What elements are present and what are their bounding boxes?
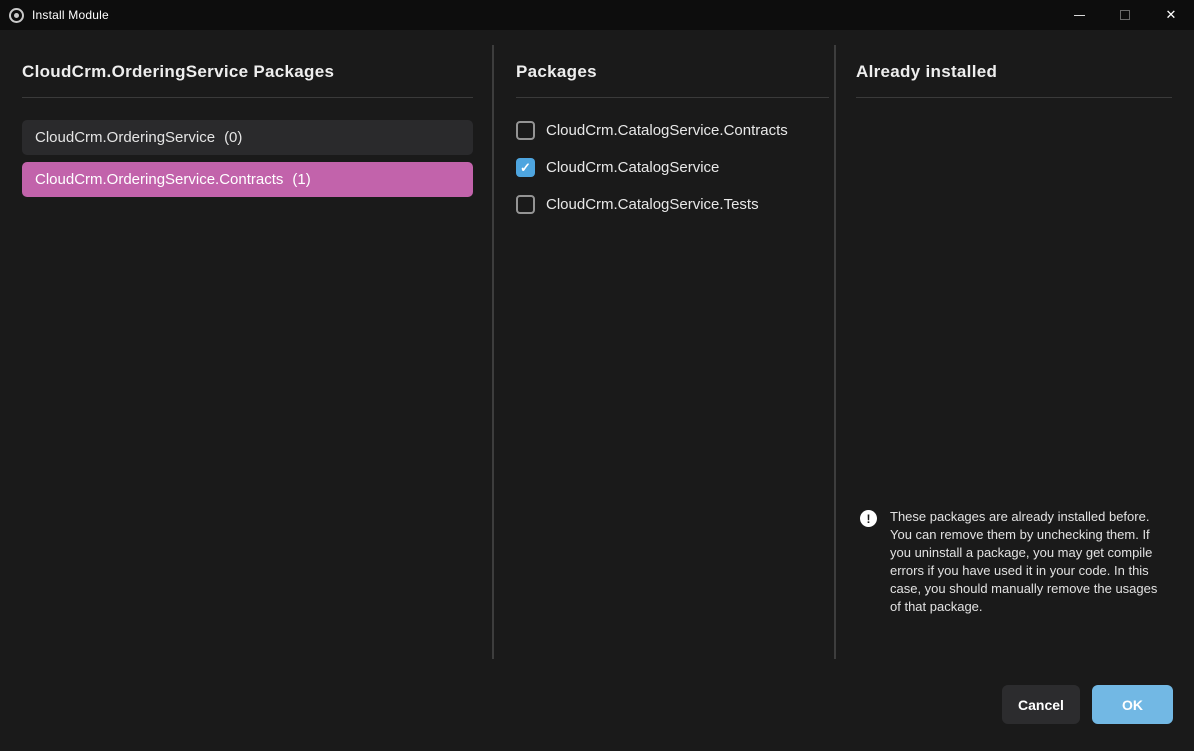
package-row-catalogservice-contracts[interactable]: CloudCrm.CatalogService.Contracts: [516, 121, 829, 140]
maximize-icon: [1120, 10, 1130, 20]
package-label: CloudCrm.CatalogService: [546, 159, 719, 176]
packages-panel: Packages CloudCrm.CatalogService.Contrac…: [516, 62, 829, 232]
column-divider: [492, 45, 494, 659]
dialog-footer: Cancel OK: [1002, 685, 1173, 724]
module-item-orderingservice-contracts[interactable]: CloudCrm.OrderingService.Contracts (1): [22, 162, 473, 197]
minimize-icon: [1074, 15, 1085, 16]
module-list: CloudCrm.OrderingService (0) CloudCrm.Or…: [22, 120, 473, 197]
checkbox-checked-icon[interactable]: ✓: [516, 158, 535, 177]
install-module-dialog: Install Module ✕ CloudCrm.OrderingServic…: [0, 0, 1194, 751]
titlebar[interactable]: Install Module ✕: [0, 0, 1194, 30]
package-list: CloudCrm.CatalogService.Contracts ✓ Clou…: [516, 121, 829, 214]
close-icon: ✕: [1166, 7, 1177, 23]
panel-divider: [22, 97, 473, 98]
panel-divider: [856, 97, 1172, 98]
ok-button[interactable]: OK: [1092, 685, 1173, 724]
cancel-button[interactable]: Cancel: [1002, 685, 1080, 724]
package-label: CloudCrm.CatalogService.Contracts: [546, 122, 788, 139]
window-title: Install Module: [32, 8, 109, 22]
checkbox-unchecked-icon[interactable]: [516, 195, 535, 214]
module-item-count: (1): [292, 171, 310, 188]
package-label: CloudCrm.CatalogService.Tests: [546, 196, 759, 213]
already-installed-panel: Already installed: [856, 62, 1172, 98]
column-divider: [834, 45, 836, 659]
package-row-catalogservice-tests[interactable]: CloudCrm.CatalogService.Tests: [516, 195, 829, 214]
panel-divider: [516, 97, 829, 98]
already-installed-title: Already installed: [856, 62, 1172, 82]
modules-panel-title: CloudCrm.OrderingService Packages: [22, 62, 473, 82]
maximize-button[interactable]: [1102, 0, 1148, 30]
package-row-catalogservice[interactable]: ✓ CloudCrm.CatalogService: [516, 158, 829, 177]
module-item-count: (0): [224, 129, 242, 146]
modules-panel: CloudCrm.OrderingService Packages CloudC…: [22, 62, 473, 204]
module-item-label: CloudCrm.OrderingService: [35, 129, 215, 146]
checkbox-unchecked-icon[interactable]: [516, 121, 535, 140]
packages-panel-title: Packages: [516, 62, 829, 82]
app-icon: [9, 8, 24, 23]
close-button[interactable]: ✕: [1148, 0, 1194, 30]
already-installed-note: ! These packages are already installed b…: [860, 508, 1162, 616]
module-item-orderingservice[interactable]: CloudCrm.OrderingService (0): [22, 120, 473, 155]
info-icon: !: [860, 510, 877, 527]
module-item-label: CloudCrm.OrderingService.Contracts: [35, 171, 283, 188]
note-text: These packages are already installed bef…: [890, 508, 1158, 616]
minimize-button[interactable]: [1056, 0, 1102, 30]
